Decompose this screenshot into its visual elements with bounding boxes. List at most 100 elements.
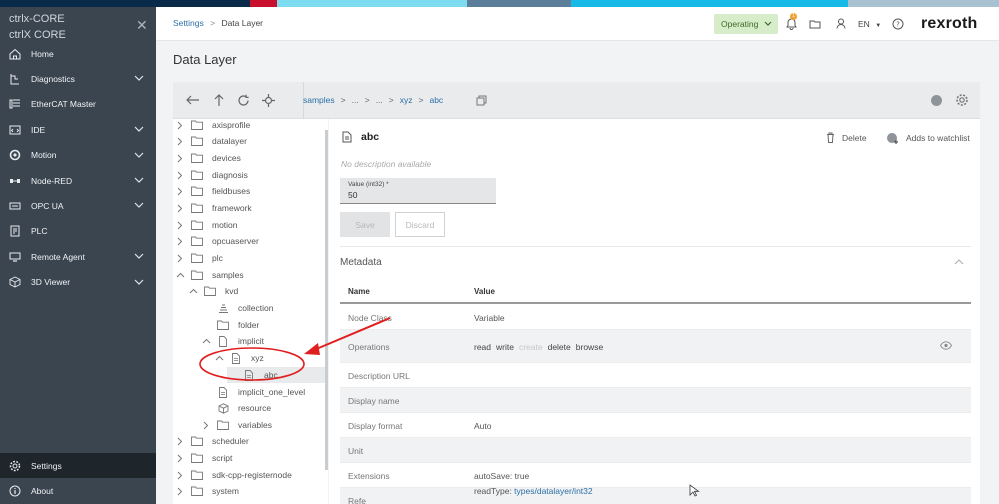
sidebar-item-opc-ua[interactable]: OPC UA xyxy=(0,193,156,218)
settings-gear-icon[interactable] xyxy=(954,92,970,108)
tree-item-samples[interactable]: samples xyxy=(175,267,244,283)
folder-icon xyxy=(191,186,203,197)
tree-item-script[interactable]: script xyxy=(175,450,232,466)
tree-item-collection[interactable]: collection xyxy=(201,300,273,316)
chevron-right-icon[interactable] xyxy=(175,436,185,446)
collection-icon xyxy=(217,303,229,314)
chevron-up-icon[interactable] xyxy=(214,353,224,363)
close-sidebar-icon[interactable]: ✕ xyxy=(136,17,148,34)
sidebar-item-label: 3D Viewer xyxy=(31,277,71,288)
row-name: Node Class xyxy=(348,312,392,323)
value-input[interactable]: Value (int32) * 50 xyxy=(340,178,496,204)
path-segment[interactable]: xyz xyxy=(400,95,413,105)
row-name: Unit xyxy=(348,445,364,456)
breadcrumb-settings[interactable]: Settings xyxy=(173,18,204,28)
sidebar-item-home[interactable]: Home xyxy=(0,41,156,66)
chevron-right-icon[interactable] xyxy=(175,253,185,263)
tree-item-plc[interactable]: plc xyxy=(175,250,223,266)
tree-item-folder[interactable]: folder xyxy=(201,317,259,333)
path-segment[interactable]: abc xyxy=(429,95,443,105)
tree-item-diagnosis[interactable]: diagnosis xyxy=(175,167,248,183)
operating-state-button[interactable]: Operating xyxy=(714,14,778,34)
chevron-right-icon[interactable] xyxy=(201,420,211,430)
help-icon[interactable]: ? xyxy=(891,17,904,30)
chevron-right-icon[interactable] xyxy=(175,120,185,130)
up-arrow-icon[interactable] xyxy=(211,92,227,108)
tree-item-opcuaserver[interactable]: opcuaserver xyxy=(175,233,259,249)
tree-item-datalayer[interactable]: datalayer xyxy=(175,133,247,149)
tree-scrollbar[interactable] xyxy=(325,130,328,470)
chevron-right-icon[interactable] xyxy=(175,453,185,463)
tree-item-motion[interactable]: motion xyxy=(175,217,238,233)
brand: ctrlx-CORE ctrlX CORE xyxy=(9,11,66,43)
tree-item-xyz[interactable]: xyz xyxy=(214,350,264,366)
connection-status-icon xyxy=(928,92,944,108)
path-segment[interactable]: ... xyxy=(352,95,359,105)
tree-item-system[interactable]: system xyxy=(175,483,239,499)
sidebar-item-plc[interactable]: PLC xyxy=(0,219,156,244)
back-arrow-icon[interactable] xyxy=(185,92,201,108)
user-icon[interactable] xyxy=(834,17,847,30)
path-separator: > xyxy=(340,95,346,105)
tree-item-abc[interactable]: abc xyxy=(227,367,327,383)
tree-item-fieldbuses[interactable]: fieldbuses xyxy=(175,183,250,199)
sidebar-item-3d-viewer[interactable]: 3D Viewer xyxy=(0,270,156,295)
tree-item-kvd[interactable]: kvd xyxy=(188,283,238,299)
delete-label: Delete xyxy=(842,132,867,143)
chevron-up-icon[interactable] xyxy=(175,270,185,280)
chevron-up-icon[interactable] xyxy=(954,257,964,267)
add-to-watchlist-button[interactable]: Adds to watchlist xyxy=(886,132,970,144)
language-selector[interactable]: EN ▼ xyxy=(858,19,881,29)
sidebar-item-node-red[interactable]: Node-RED xyxy=(0,168,156,193)
path-segment[interactable]: samples xyxy=(303,95,335,105)
chevron-down-icon xyxy=(134,73,144,83)
sidebar-item-ethercat-master[interactable]: EtherCAT Master xyxy=(0,92,156,117)
tree-item-devices[interactable]: devices xyxy=(175,150,241,166)
chevron-up-icon[interactable] xyxy=(188,286,198,296)
refresh-icon[interactable] xyxy=(235,92,251,108)
chevron-right-icon[interactable] xyxy=(175,170,185,180)
sidebar-item-settings[interactable]: Settings xyxy=(0,453,156,478)
chevron-right-icon[interactable] xyxy=(175,136,185,146)
diagnostics-icon xyxy=(9,73,21,85)
value-text[interactable]: 50 xyxy=(348,190,488,200)
sidebar-item-remote-agent[interactable]: Remote Agent xyxy=(0,244,156,269)
discard-button[interactable]: Discard xyxy=(395,212,445,237)
chevron-right-icon[interactable] xyxy=(175,153,185,163)
tree-item-resource[interactable]: resource xyxy=(201,400,271,416)
sidebar-item-ide[interactable]: IDE xyxy=(0,117,156,142)
locate-icon[interactable] xyxy=(260,92,276,108)
trash-icon xyxy=(827,132,834,143)
folder-icon xyxy=(191,270,203,281)
chevron-right-icon[interactable] xyxy=(175,236,185,246)
tree-item-implicit-one-level[interactable]: implicit_one_level xyxy=(201,384,305,400)
row-value: Variable xyxy=(474,312,505,323)
eye-icon[interactable] xyxy=(939,341,953,350)
save-button[interactable]: Save xyxy=(340,212,390,237)
tree-item-implicit[interactable]: implicit xyxy=(201,333,264,349)
tree-item-framework[interactable]: framework xyxy=(175,200,252,216)
path-segment[interactable]: ... xyxy=(376,95,383,105)
tree-item-axisprofile[interactable]: axisprofile xyxy=(175,119,250,133)
row-value-prefix: readType: xyxy=(474,486,515,496)
folder-icon xyxy=(217,420,229,431)
sidebar-item-motion[interactable]: Motion xyxy=(0,143,156,168)
chevron-right-icon[interactable] xyxy=(175,220,185,230)
chevron-right-icon[interactable] xyxy=(175,486,185,496)
delete-button[interactable]: Delete xyxy=(826,132,867,143)
folder-icon[interactable] xyxy=(808,17,821,30)
chevron-right-icon[interactable] xyxy=(175,470,185,480)
chevron-right-icon[interactable] xyxy=(175,203,185,213)
copy-path-icon[interactable] xyxy=(473,92,489,108)
strip-segment xyxy=(250,0,277,7)
sidebar-item-about[interactable]: About xyxy=(0,478,156,503)
chevron-right-icon[interactable] xyxy=(175,186,185,196)
file-icon xyxy=(217,335,229,347)
tree-item-sdk-cpp-registernode[interactable]: sdk-cpp-registernode xyxy=(175,467,292,483)
tree-item-scheduler[interactable]: scheduler xyxy=(175,433,249,449)
chevron-up-icon[interactable] xyxy=(201,336,211,346)
sidebar-item-diagnostics[interactable]: Diagnostics xyxy=(0,66,156,91)
row-name: Refe xyxy=(348,495,366,504)
type-link[interactable]: types/datalayer/int32 xyxy=(514,486,592,496)
tree-item-variables[interactable]: variables xyxy=(201,417,272,433)
